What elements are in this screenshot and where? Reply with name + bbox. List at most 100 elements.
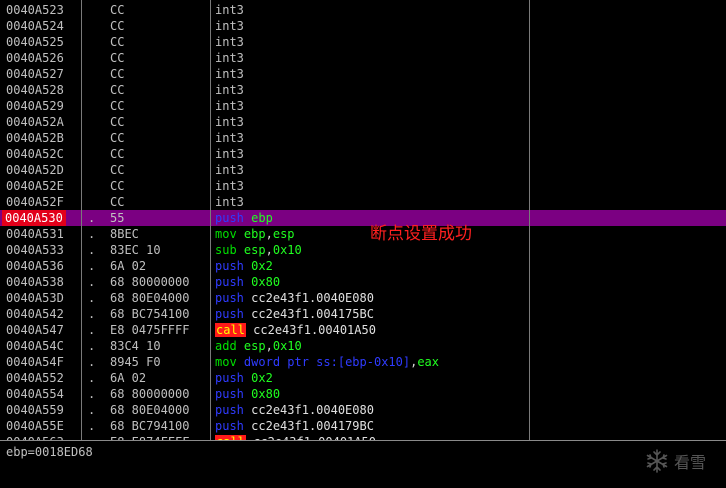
disasm-row[interactable]: 0040A559. 68 80E04000 push cc2e43f1.0040E0…	[0, 402, 726, 418]
instruction-token: cc2e43f1.0040E080	[251, 291, 374, 305]
disasm-row[interactable]: 0040A529 CC int3	[0, 98, 726, 114]
disasm-row[interactable]: 0040A52E CC int3	[0, 178, 726, 194]
disassembly-pane[interactable]: 0040A523 CC int3 0040A524 CC int3 0040A525 CC in…	[0, 0, 726, 440]
instruction-token: mov	[215, 227, 237, 241]
flow-mark-cell: .	[88, 243, 96, 257]
instruction-token: add	[215, 339, 237, 353]
flow-mark-cell: .	[88, 419, 96, 433]
instruction-token	[237, 227, 244, 241]
column-divider[interactable]	[210, 0, 211, 440]
disassembly-cell: call cc2e43f1.00401A50	[215, 322, 376, 338]
instruction-token	[237, 339, 244, 353]
instruction-token: push	[215, 291, 244, 305]
address-cell: 0040A547	[6, 323, 64, 337]
disassembly-cell: push 0x2	[215, 258, 273, 274]
disasm-row[interactable]: 0040A528 CC int3	[0, 82, 726, 98]
hex-dump-cell: 68 80E04000	[110, 403, 190, 417]
address-cell: 0040A54F	[6, 355, 64, 369]
hex-dump-cell: CC	[110, 35, 125, 49]
disasm-row[interactable]: 0040A53D. 68 80E04000 push cc2e43f1.0040E0…	[0, 290, 726, 306]
hex-dump-cell: E8 0475FFFF	[110, 323, 190, 337]
disasm-row[interactable]: 0040A538. 68 80000000 push 0x80	[0, 274, 726, 290]
disasm-row[interactable]: 0040A52D CC int3	[0, 162, 726, 178]
address-cell: 0040A526	[6, 51, 64, 65]
disasm-row[interactable]: 0040A554. 68 80000000 push 0x80	[0, 386, 726, 402]
instruction-token: int3	[215, 179, 244, 193]
hex-dump-cell: 83C4 10	[110, 339, 161, 353]
instruction-token: esp	[243, 243, 266, 257]
hex-dump-cell: CC	[110, 147, 125, 161]
disasm-row[interactable]: 0040A523 CC int3	[0, 2, 726, 18]
instruction-token: int3	[215, 195, 244, 209]
instruction-token: cc2e43f1.00401A50	[253, 323, 376, 337]
flow-mark-cell: .	[88, 259, 96, 273]
address-cell: 0040A528	[6, 83, 64, 97]
disassembly-cell: push cc2e43f1.004175BC	[215, 306, 374, 322]
disassembly-cell: push 0x80	[215, 386, 280, 402]
address-cell: 0040A552	[6, 371, 64, 385]
disasm-row[interactable]: 0040A55E. 68 BC794100 push cc2e43f1.004179…	[0, 418, 726, 434]
disasm-row[interactable]: 0040A526 CC int3	[0, 50, 726, 66]
disasm-row[interactable]: 0040A54C. 83C4 10 add esp,0x10	[0, 338, 726, 354]
address-cell: 0040A527	[6, 67, 64, 81]
flow-mark-cell: .	[88, 339, 96, 353]
disasm-row[interactable]: 0040A527 CC int3	[0, 66, 726, 82]
flow-mark-cell: .	[88, 211, 96, 225]
info-pane[interactable]: ebp=0018ED68	[0, 440, 726, 488]
hex-dump-cell: CC	[110, 3, 125, 17]
disasm-row[interactable]: 0040A525 CC int3	[0, 34, 726, 50]
instruction-token	[237, 355, 244, 369]
disasm-row[interactable]: 0040A52F CC int3	[0, 194, 726, 210]
instruction-token: ebp	[251, 211, 273, 225]
disasm-row[interactable]: 0040A52A CC int3	[0, 114, 726, 130]
disasm-row[interactable]: 0040A52C CC int3	[0, 146, 726, 162]
hex-dump-cell: 8BEC	[110, 227, 139, 241]
kanxue-watermark: 看雪	[644, 448, 706, 474]
hex-dump-cell: CC	[110, 163, 125, 177]
instruction-token: push	[215, 259, 244, 273]
disassembly-cell: push 0x80	[215, 274, 280, 290]
disassembly-cell: mov dword ptr ss:[ebp-0x10],eax	[215, 354, 439, 370]
instruction-token: int3	[215, 131, 244, 145]
instruction-token: esp	[272, 227, 295, 241]
column-divider[interactable]	[529, 0, 530, 440]
instruction-token: push	[215, 403, 244, 417]
disasm-row[interactable]: 0040A52B CC int3	[0, 130, 726, 146]
disasm-row-selected[interactable]: 0040A530. 55 push ebp	[0, 210, 726, 226]
disassembly-cell: sub esp,0x10	[215, 242, 302, 258]
hex-dump-cell: CC	[110, 115, 125, 129]
disasm-row[interactable]: 0040A524 CC int3	[0, 18, 726, 34]
instruction-token: cc2e43f1.004179BC	[251, 419, 374, 433]
disasm-row[interactable]: 0040A54F. 8945 F0 mov dword ptr ss:[ebp-0x…	[0, 354, 726, 370]
disasm-row[interactable]: 0040A547. E8 0475FFFF call cc2e43f1.00401A…	[0, 322, 726, 338]
address-cell: 0040A530	[2, 210, 66, 226]
disasm-row[interactable]: 0040A536. 6A 02 push 0x2	[0, 258, 726, 274]
instruction-token: dword ptr ss:[ebp-0x10]	[243, 355, 411, 369]
hex-dump-cell: 68 80000000	[110, 387, 190, 401]
disasm-row[interactable]: 0040A531. 8BEC mov ebp,esp	[0, 226, 726, 242]
disassembly-cell: mov ebp,esp	[215, 226, 295, 242]
address-cell: 0040A52C	[6, 147, 64, 161]
hex-dump-cell: CC	[110, 195, 125, 209]
disassembly-cell: int3	[215, 18, 244, 34]
breakpoint-annotation: 断点设置成功	[370, 224, 472, 244]
address-cell: 0040A536	[6, 259, 64, 273]
flow-mark-cell: .	[88, 307, 96, 321]
hex-dump-cell: CC	[110, 131, 125, 145]
instruction-token	[237, 243, 244, 257]
hex-dump-cell: CC	[110, 99, 125, 113]
disassembly-cell: push cc2e43f1.0040E080	[215, 290, 374, 306]
disassembly-cell: int3	[215, 50, 244, 66]
instruction-token: int3	[215, 83, 244, 97]
address-cell: 0040A52E	[6, 179, 64, 193]
disasm-row[interactable]: 0040A552. 6A 02 push 0x2	[0, 370, 726, 386]
instruction-token: cc2e43f1.0040E080	[251, 403, 374, 417]
instruction-token: int3	[215, 99, 244, 113]
disasm-row[interactable]: 0040A542. 68 BC754100 push cc2e43f1.004175…	[0, 306, 726, 322]
flow-mark-cell: .	[88, 403, 96, 417]
column-divider[interactable]	[81, 0, 82, 440]
address-cell: 0040A525	[6, 35, 64, 49]
disassembly-cell: int3	[215, 146, 244, 162]
disasm-row[interactable]: 0040A533. 83EC 10 sub esp,0x10	[0, 242, 726, 258]
instruction-token: 0x2	[251, 259, 273, 273]
